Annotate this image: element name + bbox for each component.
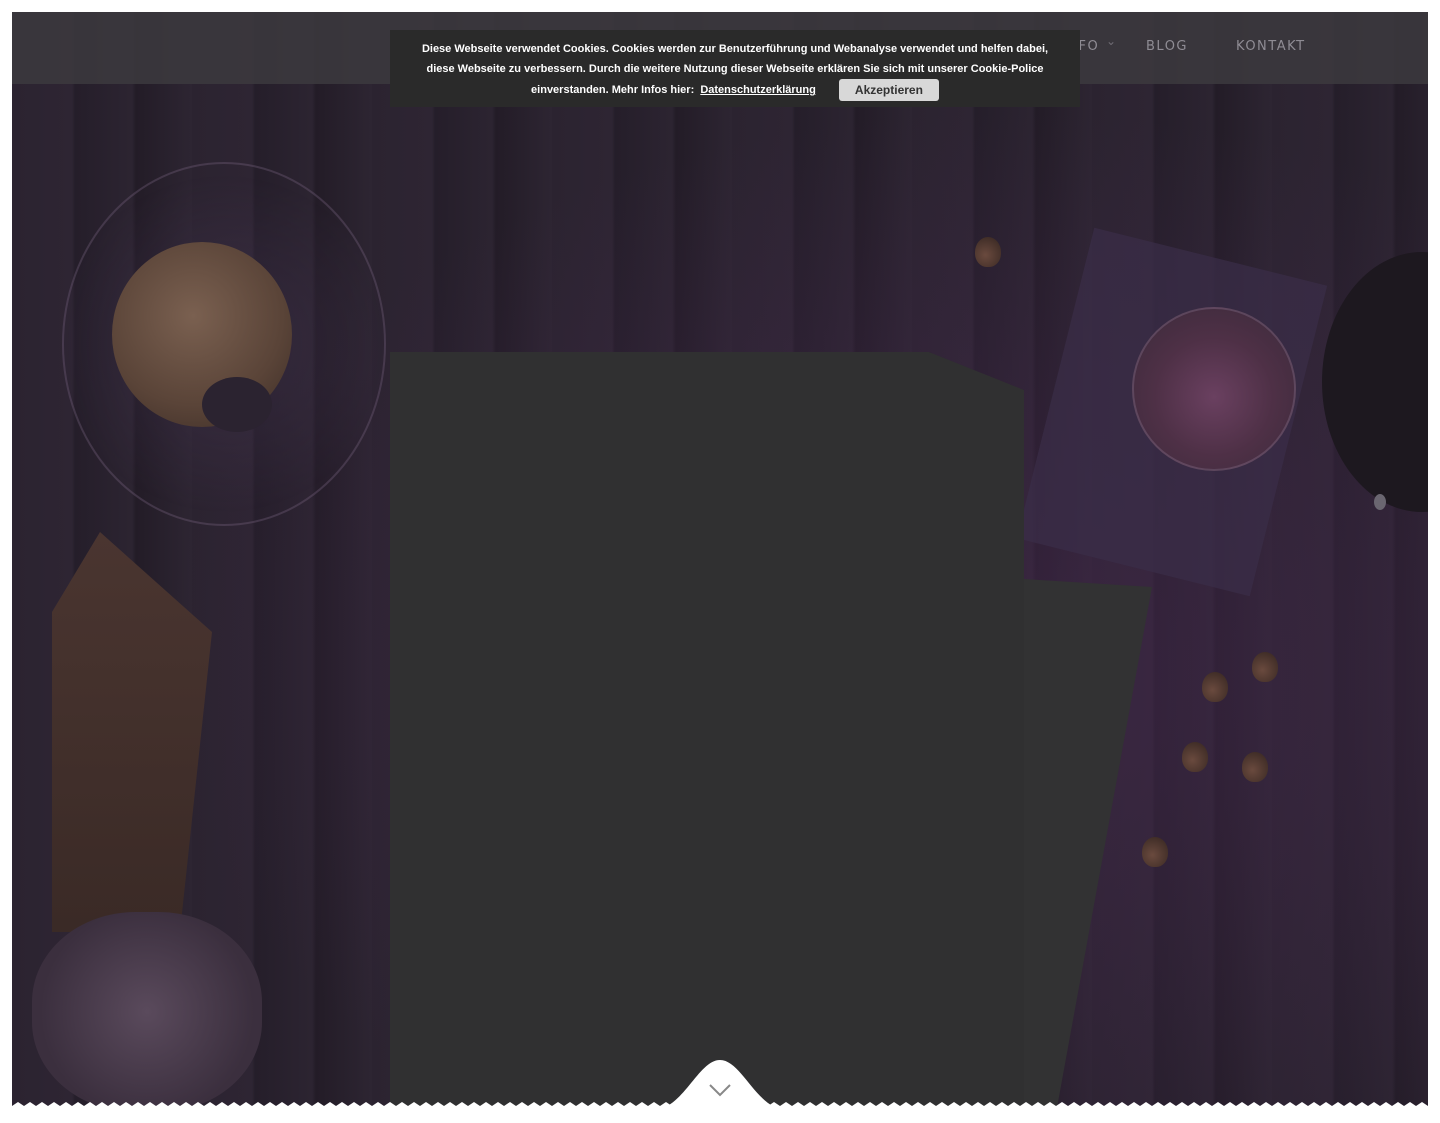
chevron-down-icon[interactable]: ⌄ (1106, 34, 1116, 48)
acorn-decoration (1252, 652, 1278, 682)
scroll-down-button[interactable] (653, 1050, 787, 1110)
cookie-banner: Diese Webseite verwendet Cookies. Cookie… (390, 30, 1080, 107)
paper-sheet-front (390, 352, 1024, 1111)
acorn-decoration (1242, 752, 1268, 782)
hero-section: INFO ⌄ BLOG KONTAKT Diese Webseite verwe… (12, 12, 1428, 1111)
acorn-decoration (1142, 837, 1168, 867)
dark-bowl-decoration (1322, 252, 1428, 512)
slider-dot[interactable] (1374, 494, 1386, 510)
acorn-decoration (1202, 672, 1228, 702)
cookie-bite-decoration (202, 377, 272, 432)
fur-decoration (32, 912, 262, 1111)
acorn-decoration (975, 237, 1001, 267)
acorn-decoration (1182, 742, 1208, 772)
accept-cookies-button[interactable]: Akzeptieren (838, 79, 939, 101)
mug-decoration (52, 532, 212, 932)
nav-item-kontakt[interactable]: KONTAKT (1236, 39, 1306, 54)
privacy-policy-link[interactable]: Datenschutzerklärung (700, 84, 816, 96)
nav-item-blog[interactable]: BLOG (1146, 39, 1188, 54)
teapot-decoration (1132, 307, 1296, 471)
